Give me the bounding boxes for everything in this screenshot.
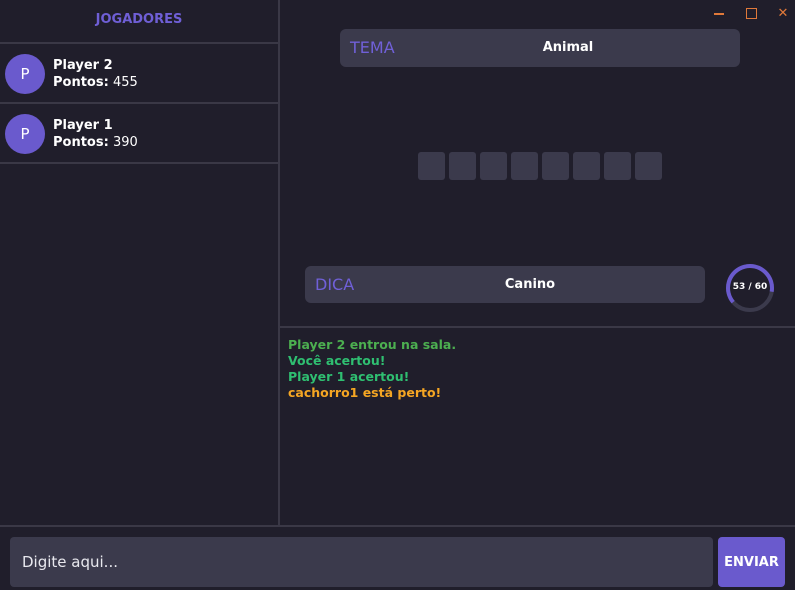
points-label: Pontos:	[53, 75, 109, 90]
player-points: Pontos: 455	[53, 75, 138, 90]
hint-bar: DICA Canino	[305, 266, 705, 303]
player-row: P Player 1 Pontos: 390	[0, 104, 278, 164]
avatar: P	[5, 114, 45, 154]
chat-divider	[280, 326, 795, 328]
chat-log: Player 2 entrou na sala. Você acertou! P…	[288, 337, 788, 401]
letter-slot	[449, 152, 476, 180]
points-value: 455	[112, 75, 138, 90]
close-icon[interactable]: ✕	[774, 4, 792, 22]
maximize-icon[interactable]	[742, 4, 760, 22]
minimize-bar	[714, 13, 724, 15]
chat-message: Você acertou!	[288, 353, 386, 368]
letter-slot	[480, 152, 507, 180]
theme-value: Animal	[542, 40, 594, 55]
minimize-icon[interactable]	[710, 4, 728, 22]
send-button[interactable]: ENVIAR	[718, 537, 785, 587]
input-divider	[0, 525, 795, 527]
game-window: JOGADORES P Player 2 Pontos: 455 P Playe…	[0, 0, 795, 590]
chat-input[interactable]	[10, 537, 713, 587]
player-points: Pontos: 390	[53, 135, 138, 150]
letter-slot	[418, 152, 445, 180]
hint-value: Canino	[504, 277, 556, 292]
chat-message: Player 1 acertou!	[288, 369, 410, 384]
chat-message: cachorro1 está perto!	[288, 385, 442, 400]
avatar: P	[5, 54, 45, 94]
points-label: Pontos:	[53, 135, 109, 150]
players-sidebar: JOGADORES P Player 2 Pontos: 455 P Playe…	[0, 0, 280, 525]
letter-slot	[604, 152, 631, 180]
players-title: JOGADORES	[0, 0, 278, 44]
player-name: Player 2	[53, 58, 113, 73]
letter-slot	[511, 152, 538, 180]
letter-slot	[635, 152, 662, 180]
chat-message: Player 2 entrou na sala.	[288, 337, 457, 352]
player-name: Player 1	[53, 118, 113, 133]
maximize-box	[745, 7, 757, 19]
letter-slot	[573, 152, 600, 180]
theme-bar: TEMA Animal	[340, 29, 740, 67]
timer-text: 53 / 60	[732, 282, 768, 292]
word-slots	[418, 152, 662, 180]
letter-slot	[542, 152, 569, 180]
points-value: 390	[112, 135, 138, 150]
player-row: P Player 2 Pontos: 455	[0, 44, 278, 104]
timer: 53 / 60	[724, 262, 776, 314]
